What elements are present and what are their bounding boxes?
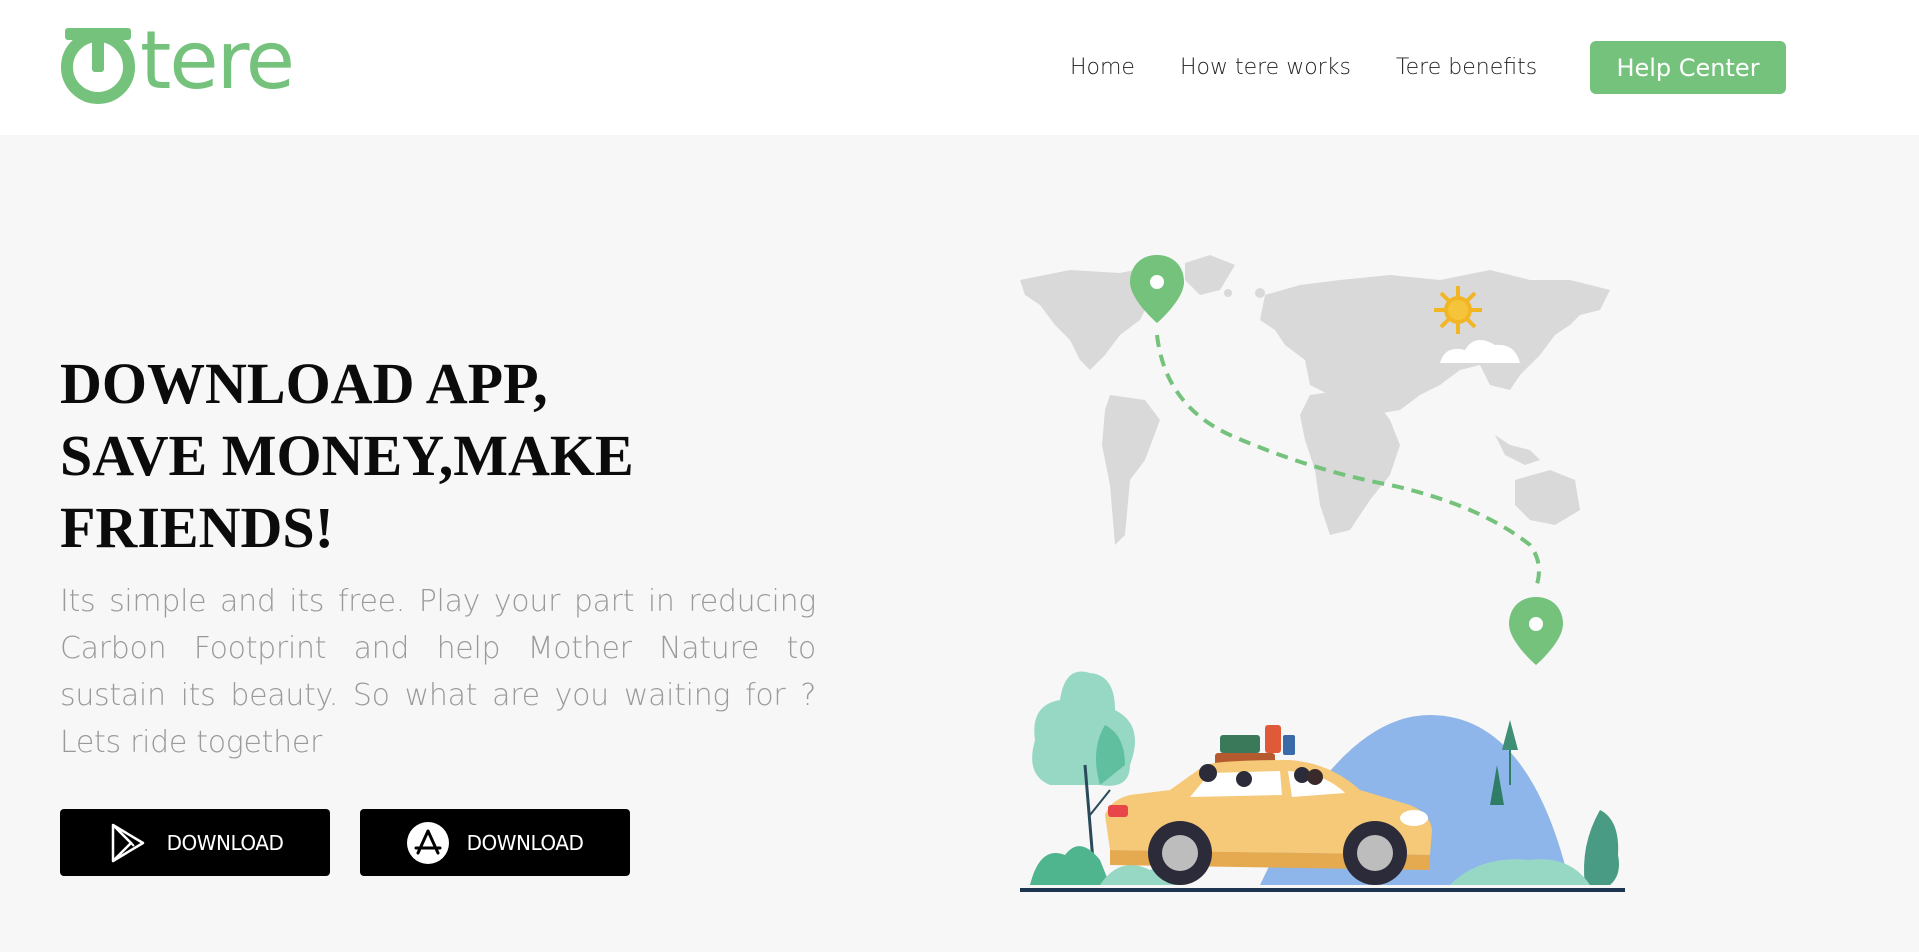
nav-home[interactable]: Home: [1070, 55, 1135, 80]
app-store-download-button[interactable]: DOWNLOAD: [360, 809, 630, 876]
google-play-icon: [107, 822, 149, 864]
travel-illustration: [1020, 255, 1625, 892]
bush: [1584, 810, 1619, 885]
download-label: DOWNLOAD: [466, 830, 584, 855]
download-label: DOWNLOAD: [166, 830, 284, 855]
hero-title: DOWNLOAD APP, SAVE MONEY,MAKE FRIENDS!: [60, 348, 820, 564]
location-pin-icon: [1509, 597, 1563, 665]
hero-title-line: SAVE MONEY,MAKE: [60, 423, 634, 488]
tree: [1502, 720, 1518, 750]
nav-tere-benefits[interactable]: Tere benefits: [1396, 55, 1537, 80]
brand-name: tere: [140, 14, 295, 107]
hero-description: Its simple and its free. Play your part …: [60, 584, 816, 760]
nav-how-tere-works[interactable]: How tere works: [1180, 55, 1351, 80]
hero-title-line: FRIENDS!: [60, 495, 334, 560]
google-play-download-button[interactable]: DOWNLOAD: [60, 809, 330, 876]
world-map: [1020, 255, 1610, 545]
site-header: tere Home How tere works Tere benefits H…: [0, 0, 1919, 135]
brand-logo[interactable]: tere: [58, 14, 295, 107]
power-logo-icon: [61, 26, 135, 104]
main-nav: Home How tere works Tere benefits: [1070, 0, 1582, 135]
app-store-icon: [406, 821, 449, 864]
hero-title-line: DOWNLOAD APP,: [60, 351, 548, 416]
sun-icon: [1434, 286, 1482, 334]
help-center-button[interactable]: Help Center: [1590, 41, 1786, 94]
